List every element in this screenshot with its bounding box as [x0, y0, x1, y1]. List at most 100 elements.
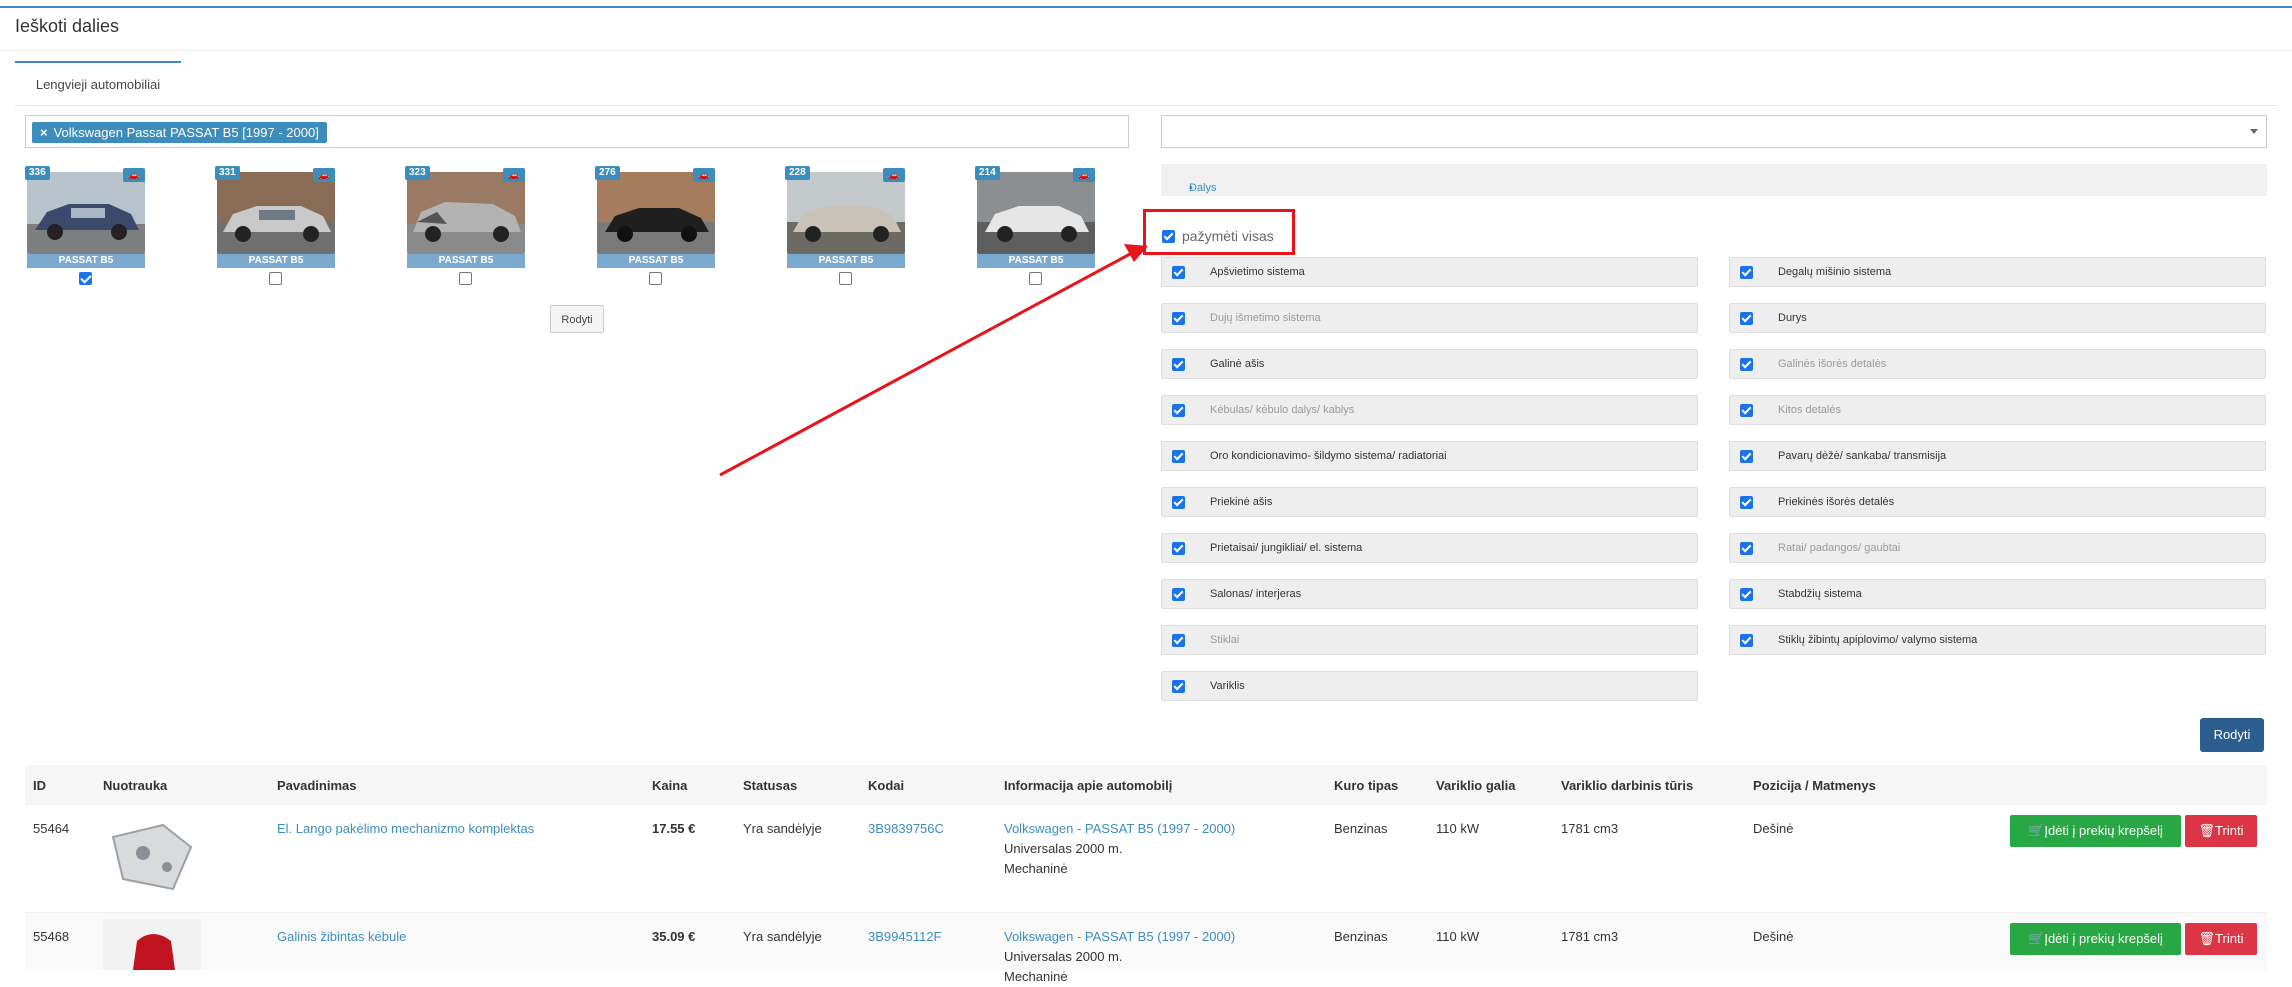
add-to-cart-button[interactable]: 🛒Įdėti į prekių krepšelį — [2010, 815, 2181, 847]
column-header-price[interactable]: Kaina — [652, 778, 687, 793]
column-header-name[interactable]: Pavadinimas — [277, 778, 357, 793]
category-checkbox[interactable] — [1740, 358, 1753, 371]
category-item[interactable]: Degalų mišinio sistema — [1729, 257, 2266, 287]
category-item[interactable]: Priekinės išorės detalės — [1729, 487, 2266, 517]
car-icon: 🚗 — [313, 168, 335, 182]
cell-position: Dešinė — [1753, 929, 1794, 944]
car-model-label: PASSAT B5 — [977, 254, 1095, 268]
part-photo[interactable] — [103, 919, 201, 970]
category-label: Galinė ašis — [1210, 358, 1265, 370]
category-label: Prietaisai/ jungikliai/ el. sistema — [1210, 542, 1363, 554]
car-info-link[interactable]: Volkswagen - PASSAT B5 (1997 - 2000) — [1004, 819, 1235, 839]
car-checkbox[interactable] — [79, 272, 92, 285]
category-item[interactable]: Kitos detalės — [1729, 395, 2266, 425]
category-label: Apšvietimo sistema — [1210, 266, 1305, 278]
category-checkbox[interactable] — [1740, 542, 1753, 555]
category-checkbox[interactable] — [1172, 450, 1185, 463]
car-icon: 🚗 — [503, 168, 525, 182]
cell-id: 55464 — [33, 821, 70, 836]
chevron-down-icon[interactable] — [2250, 129, 2258, 134]
category-checkbox[interactable] — [1172, 312, 1185, 325]
category-item[interactable]: Prietaisai/ jungikliai/ el. sistema — [1161, 533, 1698, 563]
category-item[interactable]: Priekinė ašis — [1161, 487, 1698, 517]
add-to-cart-button[interactable]: 🛒Įdėti į prekių krepšelį — [2010, 923, 2181, 955]
category-checkbox[interactable] — [1740, 266, 1753, 279]
category-item[interactable]: Stiklai — [1161, 625, 1698, 655]
category-checkbox[interactable] — [1172, 404, 1185, 417]
column-header-status[interactable]: Statusas — [743, 778, 797, 793]
column-header-car-info[interactable]: Informacija apie automobilį — [1004, 778, 1172, 793]
category-item[interactable]: Pavarų dėžė/ sankaba/ transmisija — [1729, 441, 2266, 471]
category-item[interactable]: Kėbulas/ kėbulo dalys/ kablys — [1161, 395, 1698, 425]
category-checkbox[interactable] — [1740, 588, 1753, 601]
show-cars-button[interactable]: Rodyti — [550, 305, 604, 333]
table-header: ID Nuotrauka Pavadinimas Kaina Statusas … — [25, 765, 2267, 805]
category-item[interactable]: Salonas/ interjeras — [1161, 579, 1698, 609]
dalys-bar[interactable]: ▪ Dalys — [1161, 164, 2267, 196]
category-checkbox[interactable] — [1740, 312, 1753, 325]
category-item[interactable]: Durys — [1729, 303, 2266, 333]
car-info-body: Universalas 2000 m. — [1004, 841, 1123, 856]
category-checkbox[interactable] — [1172, 358, 1185, 371]
category-item[interactable]: Oro kondicionavimo- šildymo sistema/ rad… — [1161, 441, 1698, 471]
delete-button[interactable]: 🗑Trinti — [2185, 923, 2257, 955]
car-checkbox[interactable] — [269, 272, 282, 285]
category-label: Stiklai — [1210, 634, 1240, 646]
category-checkbox[interactable] — [1172, 634, 1185, 647]
car-count-badge: 276 — [595, 166, 620, 180]
column-header-power[interactable]: Variklio galia — [1436, 778, 1516, 793]
category-checkbox[interactable] — [1172, 266, 1185, 279]
remove-tag-icon[interactable]: × — [40, 125, 48, 140]
page-title: Ieškoti dalies — [15, 16, 120, 36]
part-name-link[interactable]: El. Lango pakėlimo mechanizmo komplektas — [277, 819, 534, 839]
category-label: Priekinės išorės detalės — [1778, 496, 1895, 508]
category-checkbox[interactable] — [1172, 588, 1185, 601]
select-all-checkbox[interactable] — [1162, 230, 1175, 243]
title-divider — [0, 50, 2292, 51]
category-checkbox[interactable] — [1172, 680, 1185, 693]
car-card: 214 🚗 PASSAT B5 — [975, 164, 1095, 294]
part-name-link[interactable]: Galinis žibintas kėbule — [277, 927, 406, 947]
category-item[interactable]: Galinės išorės detalės — [1729, 349, 2266, 379]
category-checkbox[interactable] — [1740, 450, 1753, 463]
car-photo — [407, 172, 525, 254]
part-code-link[interactable]: 3B9945112F — [868, 927, 942, 947]
category-checkbox[interactable] — [1172, 496, 1185, 509]
cell-id: 55468 — [33, 929, 70, 944]
parts-select[interactable] — [1161, 115, 2267, 148]
car-checkbox[interactable] — [649, 272, 662, 285]
column-header-position[interactable]: Pozicija / Matmenys — [1753, 778, 1876, 793]
show-parts-button[interactable]: Rodyti — [2200, 718, 2264, 752]
category-label: Stiklų žibintų apiplovimo/ valymo sistem… — [1778, 634, 1978, 646]
category-checkbox[interactable] — [1740, 404, 1753, 417]
model-select[interactable]: × Volkswagen Passat PASSAT B5 [1997 - 200… — [25, 115, 1129, 148]
category-item[interactable]: Galinė ašis — [1161, 349, 1698, 379]
column-header-volume[interactable]: Variklio darbinis tūris — [1561, 778, 1693, 793]
category-item[interactable]: Stiklų žibintų apiplovimo/ valymo sistem… — [1729, 625, 2266, 655]
category-checkbox[interactable] — [1740, 496, 1753, 509]
column-header-codes[interactable]: Kodai — [868, 778, 904, 793]
part-photo[interactable] — [103, 817, 201, 897]
category-checkbox[interactable] — [1172, 542, 1185, 555]
category-item[interactable]: Ratai/ padangos/ gaubtai — [1729, 533, 2266, 563]
category-label: Kitos detalės — [1778, 404, 1841, 416]
car-info-link[interactable]: Volkswagen - PASSAT B5 (1997 - 2000) — [1004, 927, 1235, 947]
car-icon: 🚗 — [123, 168, 145, 182]
car-checkbox[interactable] — [459, 272, 472, 285]
delete-button[interactable]: 🗑Trinti — [2185, 815, 2257, 847]
category-item[interactable]: Stabdžių sistema — [1729, 579, 2266, 609]
category-item[interactable]: Dujų išmetimo sistema — [1161, 303, 1698, 333]
car-checkbox[interactable] — [1029, 272, 1042, 285]
category-item[interactable]: Apšvietimo sistema — [1161, 257, 1698, 287]
column-header-photo[interactable]: Nuotrauka — [103, 778, 167, 793]
car-photo — [217, 172, 335, 254]
category-checkbox[interactable] — [1740, 634, 1753, 647]
column-header-id[interactable]: ID — [33, 778, 46, 793]
column-header-fuel[interactable]: Kuro tipas — [1334, 778, 1398, 793]
category-item[interactable]: Variklis — [1161, 671, 1698, 701]
cell-price: 35.09 € — [652, 929, 696, 944]
tab-lengvieji-automobiliai[interactable]: Lengvieji automobiliai — [15, 61, 181, 107]
cell-fuel: Benzinas — [1334, 929, 1388, 944]
car-checkbox[interactable] — [839, 272, 852, 285]
part-code-link[interactable]: 3B9839756C — [868, 819, 944, 839]
